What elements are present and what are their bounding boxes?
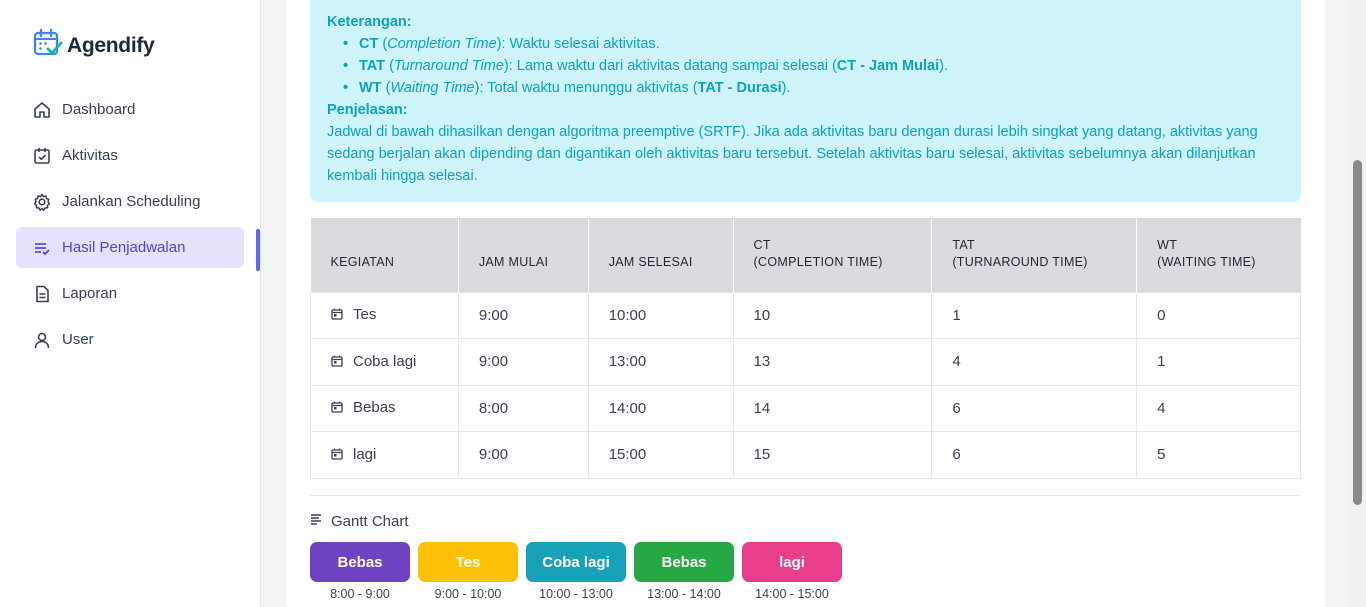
gantt-block: lagi 14:00 - 15:00 (742, 542, 842, 601)
sidebar-item-label: Jalankan Scheduling (62, 193, 201, 210)
gantt-bar-time: 13:00 - 14:00 (647, 587, 721, 601)
list-icon (32, 238, 52, 258)
cell-jam-mulai: 9:00 (457, 291, 589, 339)
sidebar-item-hasil-penjadwalan[interactable]: Hasil Penjadwalan (16, 227, 244, 268)
table-row: Tes 9:00 10:00 10 1 0 (310, 291, 1301, 339)
home-icon (32, 100, 52, 120)
cell-wt: 0 (1136, 291, 1301, 339)
sidebar-item-dashboard[interactable]: Dashboard (16, 89, 244, 130)
penjelasan-text: Jadwal di bawah dihasilkan dengan algori… (327, 124, 1258, 184)
cell-kegiatan: Coba lagi (310, 338, 459, 386)
schedule-table: KEGIATAN JAM MULAI JAM SELESAI CT (COMPLE… (310, 218, 1301, 479)
calendar-icon (331, 307, 345, 324)
gantt-bar: Tes (418, 542, 518, 582)
cell-ct: 14 (732, 384, 933, 432)
cell-jam-mulai: 9:00 (457, 338, 589, 386)
main-panel: Keterangan: CT (Completion Time): Waktu … (286, 0, 1325, 607)
cell-ct: 15 (732, 431, 933, 479)
cell-kegiatan: Bebas (310, 384, 459, 432)
brand-logo[interactable]: Agendify (33, 28, 155, 63)
cell-jam-mulai: 8:00 (457, 384, 589, 432)
column-header-tat: TAT (TURNAROUND TIME) (931, 218, 1137, 292)
gantt-block: Bebas 13:00 - 14:00 (634, 542, 734, 601)
calendar-icon (331, 354, 345, 371)
cell-jam-selesai: 10:00 (587, 291, 734, 339)
gantt-bar-time: 10:00 - 13:00 (539, 587, 613, 601)
calendar-icon (331, 447, 345, 464)
sidebar-item-user[interactable]: User (16, 319, 244, 360)
gantt-bar-time: 8:00 - 9:00 (330, 587, 390, 601)
sidebar: Agendify Dashboard Aktivitas Jalankan Sc… (0, 0, 261, 607)
table-row: lagi 9:00 15:00 15 6 5 (310, 431, 1301, 479)
cell-jam-selesai: 15:00 (587, 431, 734, 479)
gantt-bar: Coba lagi (526, 542, 626, 582)
table-row: Bebas 8:00 14:00 14 6 4 (310, 384, 1301, 432)
table-row: Coba lagi 9:00 13:00 13 4 1 (310, 338, 1301, 386)
gantt-chart: Bebas 8:00 - 9:00 Tes 9:00 - 10:00 Coba lagi… (310, 542, 842, 601)
keterangan-item-tat: TAT (Turnaround Time): Lama waktu dari a… (341, 55, 1284, 77)
column-header-wt: WT (WAITING TIME) (1136, 218, 1301, 292)
calendar-icon (331, 400, 345, 417)
penjelasan-title: Penjelasan: (327, 102, 408, 118)
gantt-block: Bebas 8:00 - 9:00 (310, 542, 410, 601)
gantt-bar: Bebas (634, 542, 734, 582)
table-header-row: KEGIATAN JAM MULAI JAM SELESAI CT (COMPLE… (310, 218, 1301, 292)
gantt-bar-time: 9:00 - 10:00 (434, 587, 502, 601)
sidebar-item-label: Laporan (62, 285, 118, 302)
gantt-block: Coba lagi 10:00 - 13:00 (526, 542, 626, 601)
cell-jam-mulai: 9:00 (457, 431, 589, 479)
sidebar-item-label: Dashboard (62, 101, 136, 118)
gantt-chart-title: Gantt Chart (331, 513, 409, 530)
calendar-check-icon (33, 28, 63, 63)
cell-ct: 10 (732, 291, 933, 339)
keterangan-item-wt: WT (Waiting Time): Total waktu menunggu … (341, 77, 1284, 99)
sidebar-item-laporan[interactable]: Laporan (16, 273, 244, 314)
sidebar-nav: Dashboard Aktivitas Jalankan Scheduling … (16, 89, 244, 365)
cell-wt: 4 (1136, 384, 1301, 432)
cell-tat: 6 (931, 431, 1138, 479)
gantt-bar: lagi (742, 542, 842, 582)
user-icon (32, 330, 52, 350)
cell-kegiatan: Tes (310, 291, 459, 339)
column-header-ct: CT (COMPLETION TIME) (732, 218, 932, 292)
cell-ct: 13 (732, 338, 933, 386)
keterangan-title: Keterangan: (327, 14, 412, 30)
active-indicator (256, 229, 260, 271)
cell-wt: 1 (1136, 338, 1301, 386)
column-header-kegiatan: KEGIATAN (310, 218, 459, 292)
cell-jam-selesai: 14:00 (587, 384, 734, 432)
sidebar-item-jalankan-scheduling[interactable]: Jalankan Scheduling (16, 181, 244, 222)
calendar-check-icon (32, 146, 52, 166)
keterangan-item-ct: CT (Completion Time): Waktu selesai akti… (341, 33, 1284, 55)
keterangan-list: CT (Completion Time): Waktu selesai akti… (327, 33, 1284, 99)
scrollbar-thumb[interactable] (1353, 160, 1362, 505)
sidebar-item-label: Aktivitas (62, 147, 118, 164)
sidebar-item-label: User (62, 331, 94, 348)
cell-tat: 6 (931, 384, 1138, 432)
gantt-bar-time: 14:00 - 15:00 (755, 587, 829, 601)
info-alert: Keterangan: CT (Completion Time): Waktu … (310, 0, 1301, 202)
sidebar-item-aktivitas[interactable]: Aktivitas (16, 135, 244, 176)
document-icon (32, 284, 52, 304)
sidebar-item-label: Hasil Penjadwalan (62, 239, 186, 256)
section-divider (310, 495, 1301, 496)
brand-name: Agendify (67, 33, 155, 57)
cell-tat: 4 (931, 338, 1138, 386)
column-header-jam-selesai: JAM SELESAI (587, 218, 734, 292)
cell-wt: 5 (1136, 431, 1301, 479)
gear-icon (32, 192, 52, 212)
column-header-jam-mulai: JAM MULAI (457, 218, 589, 292)
cell-jam-selesai: 13:00 (587, 338, 734, 386)
gantt-block: Tes 9:00 - 10:00 (418, 542, 518, 601)
gantt-bar: Bebas (310, 542, 410, 582)
cell-tat: 1 (931, 291, 1138, 339)
bars-icon (310, 513, 323, 530)
cell-kegiatan: lagi (310, 431, 459, 479)
gantt-chart-heading: Gantt Chart (310, 513, 409, 530)
